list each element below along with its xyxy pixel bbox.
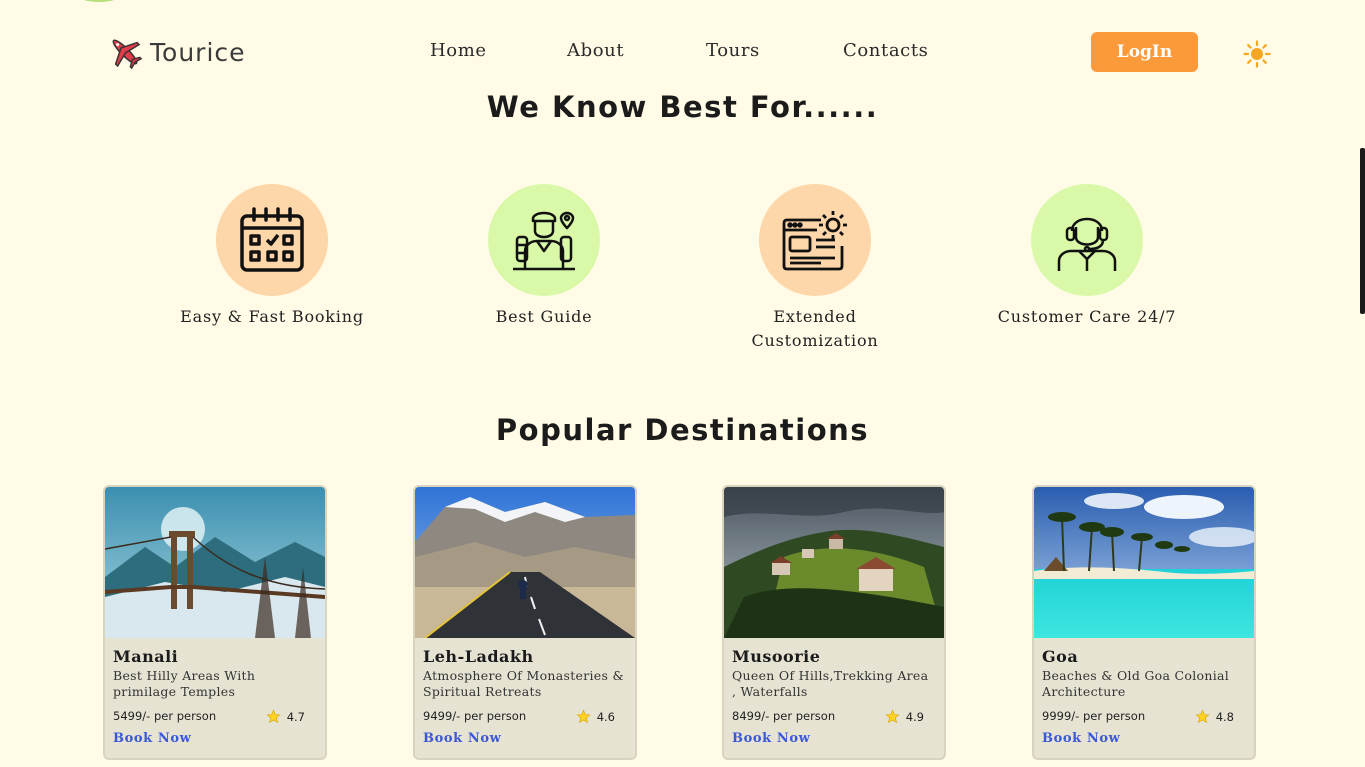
destination-card-goa[interactable]: Goa Beaches & Old Goa Colonial Architect…	[1032, 485, 1256, 760]
destination-price: 9999/- per person	[1042, 709, 1146, 723]
feature-extended-customization: Extended Customization	[715, 184, 915, 353]
card-body: Musoorie Queen Of Hills,Trekking Area , …	[724, 638, 944, 746]
price-rating-row: 5499/- per person 4.7	[113, 709, 317, 724]
destination-description: Queen Of Hills,Trekking Area , Waterfall…	[732, 668, 929, 699]
feature-circle	[216, 184, 328, 296]
feature-label: Extended Customization	[751, 307, 879, 350]
destination-image	[415, 487, 635, 638]
book-now-link[interactable]: Book Now	[732, 731, 936, 746]
card-body: Leh-Ladakh Atmosphere Of Monasteries & S…	[415, 638, 635, 746]
airplane-icon	[112, 39, 143, 70]
rating: 4.6	[576, 709, 627, 724]
features-heading: We Know Best For......	[486, 90, 879, 124]
price-rating-row: 9499/- per person 4.6	[423, 709, 627, 724]
sun-icon[interactable]	[1243, 40, 1271, 68]
rating-value: 4.9	[905, 709, 924, 724]
book-now-link[interactable]: Book Now	[423, 731, 627, 746]
scrollbar-thumb[interactable]	[1360, 148, 1365, 314]
book-now-link[interactable]: Book Now	[113, 731, 317, 746]
nav-contacts[interactable]: Contacts	[843, 40, 929, 61]
destinations-heading: Popular Destinations	[495, 413, 870, 447]
feature-circle	[1031, 184, 1143, 296]
destination-price: 8499/- per person	[732, 709, 836, 723]
destination-card-leh-ladakh[interactable]: Leh-Ladakh Atmosphere Of Monasteries & S…	[413, 485, 637, 760]
destination-image	[105, 487, 325, 638]
destination-name: Manali	[113, 647, 179, 666]
rating-value: 4.8	[1215, 709, 1234, 724]
destination-price: 9499/- per person	[423, 709, 527, 723]
destination-price: 5499/- per person	[113, 709, 217, 723]
destination-name: Leh-Ladakh	[423, 647, 534, 666]
rating: 4.8	[1195, 709, 1246, 724]
feature-customer-care: Customer Care 24/7	[987, 184, 1187, 329]
feature-circle	[488, 184, 600, 296]
destination-card-manali[interactable]: Manali Best Hilly Areas With primilage T…	[103, 485, 327, 760]
destination-name: Musoorie	[732, 647, 821, 666]
destination-description: Beaches & Old Goa Colonial Architecture	[1042, 668, 1230, 699]
feature-label: Best Guide	[495, 307, 593, 326]
brand-name: Tourice	[150, 37, 246, 67]
destination-image	[1034, 487, 1254, 638]
header: Tourice Home About Tours Contacts LogIn	[0, 0, 1365, 104]
star-icon	[266, 709, 281, 724]
login-button[interactable]: LogIn	[1091, 32, 1198, 72]
rating: 4.7	[266, 709, 317, 724]
feature-easy-booking: Easy & Fast Booking	[172, 184, 372, 329]
destination-name: Goa	[1042, 647, 1079, 666]
support-agent-icon	[1057, 217, 1117, 271]
logo[interactable]: Tourice	[106, 33, 246, 71]
customize-icon	[782, 211, 847, 271]
destination-card-musoorie[interactable]: Musoorie Queen Of Hills,Trekking Area , …	[722, 485, 946, 760]
star-icon	[576, 709, 591, 724]
rating: 4.9	[885, 709, 936, 724]
star-icon	[1195, 709, 1210, 724]
feature-label: Customer Care 24/7	[997, 307, 1177, 326]
nav-tours[interactable]: Tours	[706, 40, 760, 61]
card-body: Manali Best Hilly Areas With primilage T…	[105, 638, 325, 746]
price-rating-row: 9999/- per person 4.8	[1042, 709, 1246, 724]
nav-home[interactable]: Home	[430, 40, 487, 61]
star-icon	[885, 709, 900, 724]
nav-about[interactable]: About	[567, 40, 624, 61]
card-body: Goa Beaches & Old Goa Colonial Architect…	[1034, 638, 1254, 746]
feature-circle	[759, 184, 871, 296]
rating-value: 4.7	[286, 709, 305, 724]
book-now-link[interactable]: Book Now	[1042, 731, 1246, 746]
destination-description: Best Hilly Areas With primilage Temples	[113, 668, 256, 699]
feature-label: Easy & Fast Booking	[180, 307, 364, 326]
destination-description: Atmosphere Of Monasteries & Spiritual Re…	[423, 668, 624, 699]
calendar-icon	[240, 207, 304, 272]
rating-value: 4.6	[596, 709, 615, 724]
feature-best-guide: Best Guide	[444, 184, 644, 329]
guide-icon	[513, 211, 575, 271]
destination-image	[724, 487, 944, 638]
price-rating-row: 8499/- per person 4.9	[732, 709, 936, 724]
